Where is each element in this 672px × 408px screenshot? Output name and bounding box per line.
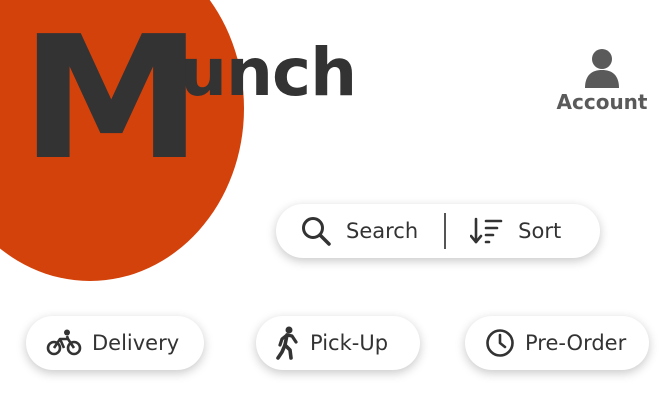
search-sort-bar: Search Sort	[276, 204, 600, 258]
user-icon	[585, 49, 619, 88]
logo-initial: M	[20, 0, 203, 198]
sort-label: Sort	[518, 219, 562, 243]
delivery-label: Delivery	[92, 331, 180, 355]
account-button[interactable]: Account	[552, 48, 652, 114]
walking-icon	[276, 326, 298, 360]
clock-icon	[486, 329, 514, 357]
search-label: Search	[346, 219, 419, 243]
search-icon	[302, 217, 331, 246]
bicycle-icon	[46, 329, 82, 356]
pickup-label: Pick-Up	[310, 331, 389, 355]
preorder-button[interactable]: Pre-Order	[465, 316, 649, 370]
search-button[interactable]: Search	[300, 215, 418, 247]
logo-wordmark: unch	[180, 34, 357, 111]
preorder-label: Pre-Order	[525, 331, 627, 355]
delivery-button[interactable]: Delivery	[26, 316, 204, 370]
search-sort-divider	[444, 213, 447, 249]
account-label: Account	[556, 90, 648, 114]
pickup-button[interactable]: Pick-Up	[256, 316, 420, 370]
app-screen: M unch Account Search Sort Delivery Pick…	[0, 0, 672, 408]
sort-icon	[470, 217, 503, 244]
sort-button[interactable]: Sort	[470, 217, 561, 245]
